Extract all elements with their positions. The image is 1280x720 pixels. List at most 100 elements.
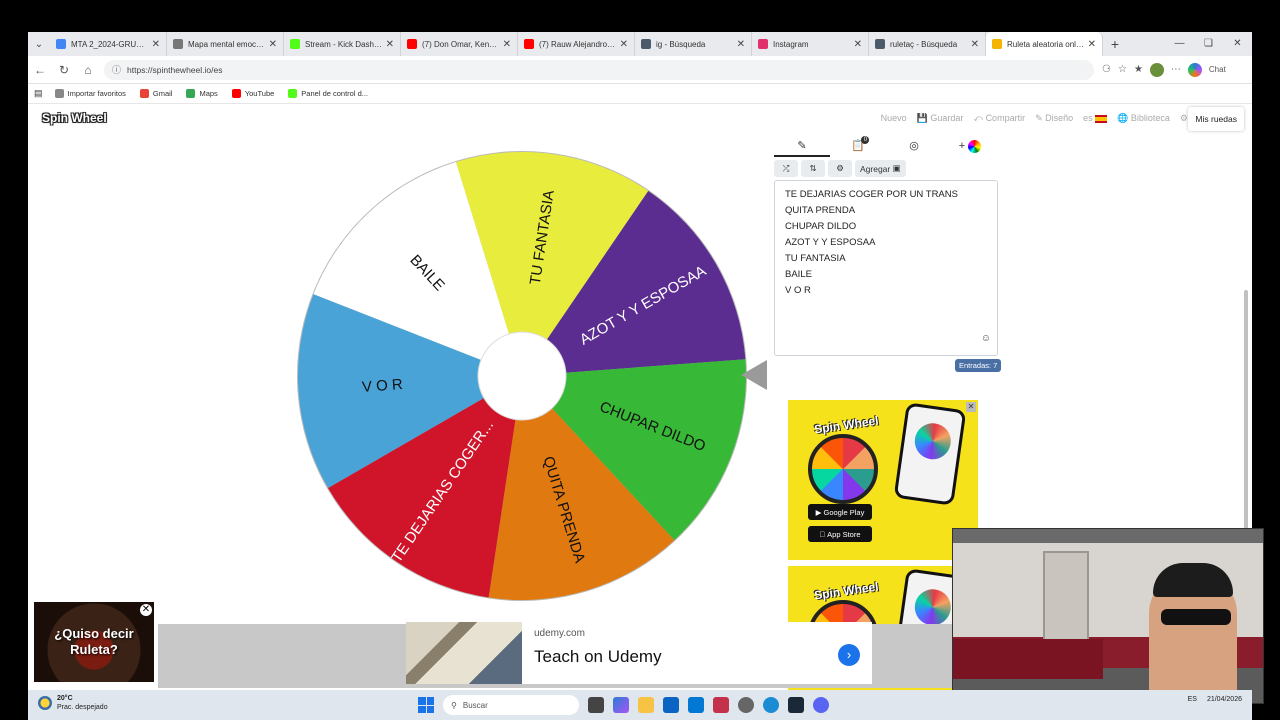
browser-tab[interactable]: Ruleta aleatoria online ✕ [986, 32, 1103, 56]
browser-tab[interactable]: (7) Rauw Alejandro, Bad✕ [518, 32, 635, 56]
language-button[interactable]: es [1083, 113, 1108, 124]
entry-line[interactable]: TU FANTASIA [785, 251, 987, 267]
ad-close-icon[interactable]: ✕ [966, 402, 976, 412]
start-icon[interactable] [418, 697, 434, 713]
design-button[interactable]: ✎ Diseño [1035, 113, 1073, 124]
settings-app-icon[interactable] [738, 697, 754, 713]
shuffle-icon: ⤮ [782, 163, 790, 173]
ad-phone-image [893, 402, 967, 506]
library-button[interactable]: 🌐 Biblioteca [1117, 113, 1170, 124]
restore-icon[interactable]: ❏ [1194, 32, 1223, 56]
tab-close-icon[interactable]: ✕ [620, 39, 628, 50]
tab-close-icon[interactable]: ✕ [737, 39, 745, 50]
webcam-sofa [953, 639, 1103, 679]
site-logo[interactable]: Spin Wheel [42, 111, 107, 125]
tab-close-icon[interactable]: ✕ [971, 39, 979, 50]
tab-close-icon[interactable]: ✕ [1088, 39, 1096, 50]
chevron-right-icon[interactable]: › [838, 644, 860, 666]
app-store-label: App Store [824, 529, 860, 539]
file-explorer-icon[interactable] [638, 697, 654, 713]
tab-actions-icon[interactable]: ▤ [34, 88, 43, 99]
home-icon[interactable]: ⌂ [76, 63, 100, 77]
bookmark-item[interactable]: Importar favoritos [54, 89, 126, 98]
url-field[interactable]: ⓘ https://spinthewheel.io/es [104, 59, 1094, 80]
bookmark-item[interactable]: YouTube [231, 89, 274, 98]
browser-tab[interactable]: MTA 2_2024-GRUPAL 2 ✕ [50, 32, 167, 56]
more-menu-icon[interactable]: ⋯ [1171, 64, 1181, 75]
new-tab-button[interactable]: + [1103, 36, 1127, 52]
shuffle-button[interactable]: ⤮ [774, 160, 798, 177]
steam-icon[interactable] [788, 697, 804, 713]
emoji-icon[interactable]: ☺ [981, 331, 991, 347]
entry-line[interactable]: TE DEJARIAS COGER POR UN TRANS [785, 187, 987, 203]
bookmark-item[interactable]: Maps [186, 89, 218, 98]
browser-tab[interactable]: (7) Don Omar, Kendo Ka✕ [401, 32, 518, 56]
entry-line[interactable]: AZOT Y Y ESPOSAA [785, 235, 987, 251]
store-icon[interactable] [663, 697, 679, 713]
save-button[interactable]: 💾 Guardar [917, 113, 964, 124]
hide-tab-eye-icon[interactable]: ◎ [886, 137, 942, 157]
favorites-icon[interactable]: ★ [1134, 64, 1143, 75]
color-tab[interactable]: + [942, 137, 998, 157]
reading-mode-icon[interactable]: ⚆ [1102, 64, 1111, 75]
editor-toolbar: ⤮ ⇅ ⚙ Agregar ▣ [774, 160, 906, 177]
edit-tab-pencil-icon[interactable]: ✎ [774, 137, 830, 157]
browser-tab[interactable]: ig - Búsqueda ✕ [635, 32, 752, 56]
bookmark-item[interactable]: Panel de control d... [288, 89, 368, 98]
tab-close-icon[interactable]: ✕ [854, 39, 862, 50]
tab-list-button[interactable]: ⌄ [28, 32, 50, 56]
tab-close-icon[interactable]: ✕ [269, 39, 277, 50]
tab-favicon-icon [875, 39, 885, 49]
language-indicator[interactable]: ES [1188, 696, 1197, 703]
roulette-ad-close-icon[interactable]: ✕ [140, 604, 152, 616]
bookmark-item[interactable]: Gmail [139, 89, 172, 98]
entry-line[interactable]: QUITA PRENDA [785, 203, 987, 219]
favorite-star-icon[interactable]: ☆ [1118, 64, 1127, 75]
browser-tab[interactable]: Instagram ✕ [752, 32, 869, 56]
share-button[interactable]: ⤺ Compartir [973, 113, 1025, 124]
browser-tab[interactable]: Mapa mental emocione ✕ [167, 32, 284, 56]
spin-wheel[interactable]: AZOT Y Y ESPOSAACHUPAR DILDOQUITA PRENDA… [296, 150, 748, 602]
settings-icon[interactable]: ⚙ [1180, 113, 1188, 124]
close-window-icon[interactable]: ✕ [1223, 32, 1252, 56]
taskbar-search[interactable]: ⚲ Buscar [443, 695, 579, 715]
my-wheels-button[interactable]: Mis ruedas [1188, 107, 1244, 131]
profile-avatar[interactable] [1149, 62, 1164, 77]
entries-textarea[interactable]: TE DEJARIAS COGER POR UN TRANS QUITA PREN… [774, 180, 998, 356]
chat-label[interactable]: Chat [1209, 65, 1226, 74]
wheel-hub[interactable] [477, 331, 567, 421]
copilot-app-icon[interactable] [613, 697, 629, 713]
tab-close-icon[interactable]: ✕ [386, 39, 394, 50]
app-promo-ad[interactable]: Spin Wheel ▶ Google Play  App Store ✕ [788, 400, 978, 560]
tab-title: Ruleta aleatoria online [1007, 39, 1085, 49]
roulette-ad[interactable]: ¿Quiso decir Ruleta? [34, 602, 154, 682]
tab-close-icon[interactable]: ✕ [152, 39, 160, 50]
site-info-icon[interactable]: ⓘ [112, 63, 121, 76]
settings-button[interactable]: ⚙ [828, 160, 852, 177]
minimize-icon[interactable]: — [1165, 32, 1194, 56]
tab-close-icon[interactable]: ✕ [503, 39, 511, 50]
media-app-icon[interactable] [713, 697, 729, 713]
add-image-button[interactable]: Agregar ▣ [855, 160, 906, 177]
browser-tab[interactable]: ruletaç - Búsqueda ✕ [869, 32, 986, 56]
back-icon[interactable]: ← [28, 63, 52, 77]
reload-icon[interactable]: ↻ [52, 63, 76, 77]
search-icon: ⚲ [451, 700, 457, 710]
entry-line[interactable]: V O R [785, 283, 987, 299]
discord-icon[interactable] [813, 697, 829, 713]
entry-line[interactable]: CHUPAR DILDO [785, 219, 987, 235]
weather-widget[interactable]: 20°C Prac. despejado [38, 694, 108, 712]
results-tab-clipboard-icon[interactable]: 📋 0 [830, 136, 886, 157]
clock-date[interactable]: 21/04/2026 [1207, 696, 1242, 703]
sort-button[interactable]: ⇅ [801, 160, 825, 177]
edge-icon[interactable] [763, 697, 779, 713]
new-button[interactable]: Nuevo [881, 113, 907, 124]
udemy-ad[interactable]: udemy.com Teach on Udemy › [406, 622, 872, 684]
mail-icon[interactable] [688, 697, 704, 713]
task-view-icon[interactable] [588, 697, 604, 713]
google-play-button[interactable]: ▶ Google Play [808, 504, 872, 520]
app-store-button[interactable]:  App Store [808, 526, 872, 542]
copilot-icon[interactable] [1187, 62, 1202, 77]
browser-tab[interactable]: Stream - Kick Dashboar ✕ [284, 32, 401, 56]
entry-line[interactable]: BAILE [785, 267, 987, 283]
